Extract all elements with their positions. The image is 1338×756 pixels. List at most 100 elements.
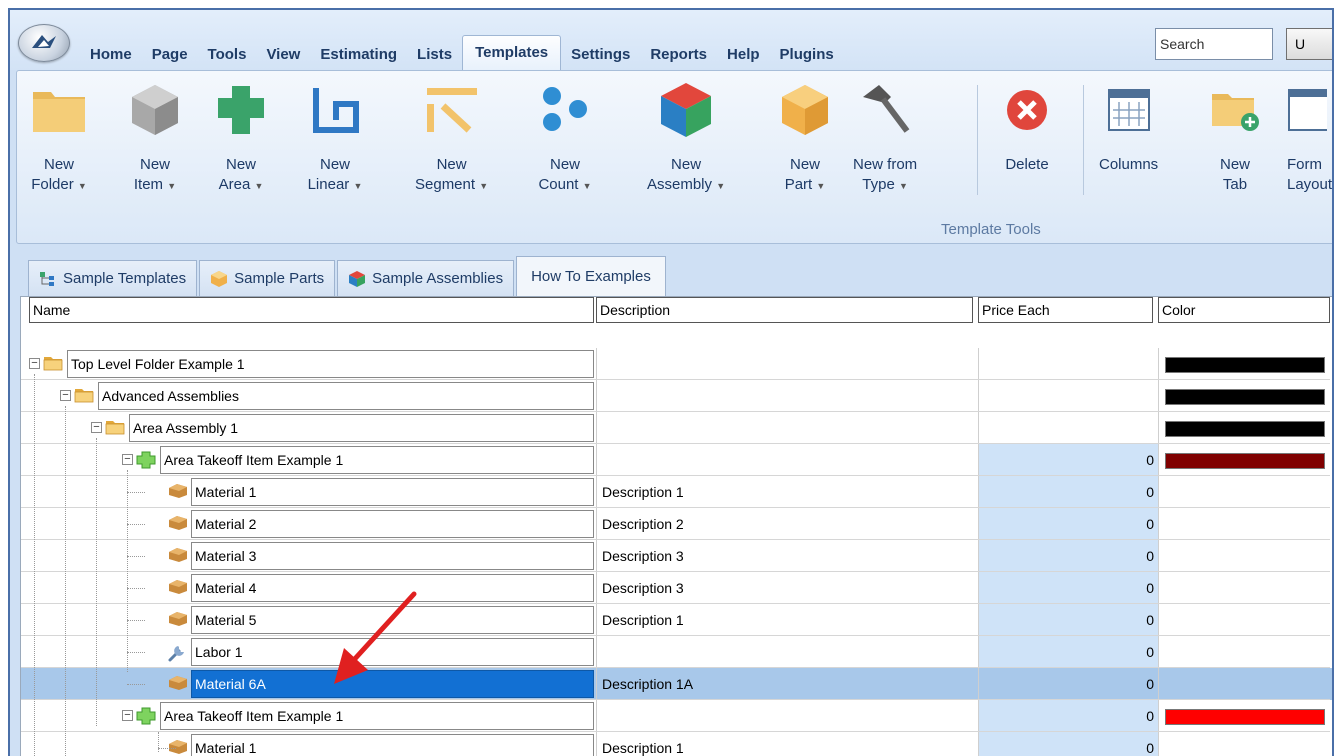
table-row[interactable]: Material 2 Description 20 — [21, 508, 1332, 540]
column-header-description[interactable]: Description — [596, 297, 973, 323]
new-linear-button[interactable]: New Linear ▼ — [307, 79, 363, 196]
row-color-cell[interactable] — [1158, 572, 1330, 604]
new-part-button[interactable]: New Part ▼ — [777, 79, 833, 196]
collapse-toggle-icon[interactable]: − — [29, 358, 40, 369]
columns-button[interactable]: Columns — [1099, 79, 1158, 175]
table-row[interactable]: − Area Assembly 1 — [21, 412, 1332, 444]
row-color-cell[interactable] — [1158, 444, 1330, 476]
row-price-cell[interactable] — [978, 380, 1158, 412]
row-name-cell[interactable]: Area Takeoff Item Example 1 — [160, 702, 594, 730]
tab-settings[interactable]: Settings — [561, 40, 640, 69]
row-color-cell[interactable] — [1158, 540, 1330, 572]
row-price-cell[interactable]: 0 — [978, 444, 1158, 476]
row-price-cell[interactable] — [978, 348, 1158, 380]
row-price-cell[interactable]: 0 — [978, 668, 1158, 700]
tab-home[interactable]: Home — [80, 40, 142, 69]
doc-tab-how-to-examples[interactable]: How To Examples — [516, 256, 666, 296]
row-description-cell[interactable]: Description 3 — [596, 572, 976, 604]
new-area-button[interactable]: New Area ▼ — [213, 79, 269, 196]
row-color-cell[interactable] — [1158, 668, 1330, 700]
tab-lists[interactable]: Lists — [407, 40, 462, 69]
row-name-cell[interactable]: Area Takeoff Item Example 1 — [160, 446, 594, 474]
row-color-cell[interactable] — [1158, 732, 1330, 756]
tab-view[interactable]: View — [256, 40, 310, 69]
table-row[interactable]: − Advanced Assemblies — [21, 380, 1332, 412]
table-row[interactable]: Material 3 Description 30 — [21, 540, 1332, 572]
table-row[interactable]: − Area Takeoff Item Example 1 0 — [21, 444, 1332, 476]
table-row[interactable]: Material 4 Description 30 — [21, 572, 1332, 604]
row-color-cell[interactable] — [1158, 412, 1330, 444]
row-price-cell[interactable]: 0 — [978, 476, 1158, 508]
doc-tab-sample-parts[interactable]: Sample Parts — [199, 260, 336, 296]
table-row[interactable]: − Area Takeoff Item Example 1 0 — [21, 700, 1332, 732]
tab-help[interactable]: Help — [717, 40, 770, 69]
search-button[interactable]: U — [1286, 28, 1332, 60]
form-layout-button[interactable]: Form Layout — [1287, 79, 1332, 195]
row-color-cell[interactable] — [1158, 348, 1330, 380]
table-row[interactable]: Material 6A Description 1A 0 — [21, 668, 1332, 700]
tab-reports[interactable]: Reports — [640, 40, 717, 69]
row-name-cell[interactable]: Material 3 — [191, 542, 594, 570]
row-description-cell[interactable] — [596, 380, 976, 412]
row-color-cell[interactable] — [1158, 476, 1330, 508]
row-price-cell[interactable]: 0 — [978, 540, 1158, 572]
row-color-cell[interactable] — [1158, 636, 1330, 668]
row-description-cell[interactable]: Description 1 — [596, 732, 976, 756]
new-assembly-button[interactable]: New Assembly ▼ — [647, 79, 725, 196]
row-color-cell[interactable] — [1158, 604, 1330, 636]
column-header-color[interactable]: Color — [1158, 297, 1330, 323]
row-description-cell[interactable] — [596, 636, 976, 668]
row-description-cell[interactable] — [596, 444, 976, 476]
new-item-button[interactable]: New Item ▼ — [127, 79, 183, 196]
new-folder-button[interactable]: New Folder ▼ — [31, 79, 87, 196]
table-row[interactable]: − Top Level Folder Example 1 — [21, 348, 1332, 380]
row-description-cell[interactable]: Description 3 — [596, 540, 976, 572]
row-name-cell[interactable]: Advanced Assemblies — [98, 382, 594, 410]
column-header-name[interactable]: Name — [29, 297, 594, 323]
table-row[interactable]: Material 1 Description 10 — [21, 476, 1332, 508]
new-count-button[interactable]: New Count ▼ — [537, 79, 593, 196]
row-description-cell[interactable]: Description 2 — [596, 508, 976, 540]
collapse-toggle-icon[interactable]: − — [122, 710, 133, 721]
row-name-cell[interactable]: Material 2 — [191, 510, 594, 538]
row-description-cell[interactable] — [596, 348, 976, 380]
new-segment-button[interactable]: New Segment ▼ — [415, 79, 488, 196]
collapse-toggle-icon[interactable]: − — [60, 390, 71, 401]
row-description-cell[interactable]: Description 1 — [596, 604, 976, 636]
doc-tab-sample-templates[interactable]: Sample Templates — [28, 260, 198, 296]
row-description-cell[interactable]: Description 1 — [596, 476, 976, 508]
delete-button[interactable]: Delete — [999, 79, 1055, 175]
row-name-cell[interactable]: Top Level Folder Example 1 — [67, 350, 594, 378]
row-description-cell[interactable] — [596, 412, 976, 444]
table-row[interactable]: Material 5 Description 10 — [21, 604, 1332, 636]
row-price-cell[interactable]: 0 — [978, 700, 1158, 732]
row-price-cell[interactable]: 0 — [978, 604, 1158, 636]
tab-estimating[interactable]: Estimating — [310, 40, 407, 69]
row-description-cell[interactable]: Description 1A — [596, 668, 976, 700]
row-color-cell[interactable] — [1158, 380, 1330, 412]
row-price-cell[interactable] — [978, 412, 1158, 444]
row-name-cell[interactable]: Material 1 — [191, 734, 594, 756]
new-from-type-button[interactable]: New from Type ▼ — [853, 79, 917, 196]
tab-page[interactable]: Page — [142, 40, 198, 69]
column-header-price[interactable]: Price Each — [978, 297, 1153, 323]
row-color-cell[interactable] — [1158, 508, 1330, 540]
tab-plugins[interactable]: Plugins — [770, 40, 844, 69]
row-description-cell[interactable] — [596, 700, 976, 732]
search-input[interactable]: Search — [1155, 28, 1273, 60]
tab-templates[interactable]: Templates — [462, 35, 562, 70]
row-price-cell[interactable]: 0 — [978, 732, 1158, 756]
table-row[interactable]: Labor 10 — [21, 636, 1332, 668]
row-name-cell[interactable]: Material 1 — [191, 478, 594, 506]
tab-tools[interactable]: Tools — [198, 40, 257, 69]
doc-tab-sample-assemblies[interactable]: Sample Assemblies — [337, 260, 515, 296]
row-name-cell[interactable]: Area Assembly 1 — [129, 414, 594, 442]
row-price-cell[interactable]: 0 — [978, 636, 1158, 668]
row-price-cell[interactable]: 0 — [978, 572, 1158, 604]
collapse-toggle-icon[interactable]: − — [91, 422, 102, 433]
collapse-toggle-icon[interactable]: − — [122, 454, 133, 465]
row-price-cell[interactable]: 0 — [978, 508, 1158, 540]
row-color-cell[interactable] — [1158, 700, 1330, 732]
new-tab-button[interactable]: New Tab — [1207, 79, 1263, 195]
table-row[interactable]: Material 1 Description 10 — [21, 732, 1332, 756]
